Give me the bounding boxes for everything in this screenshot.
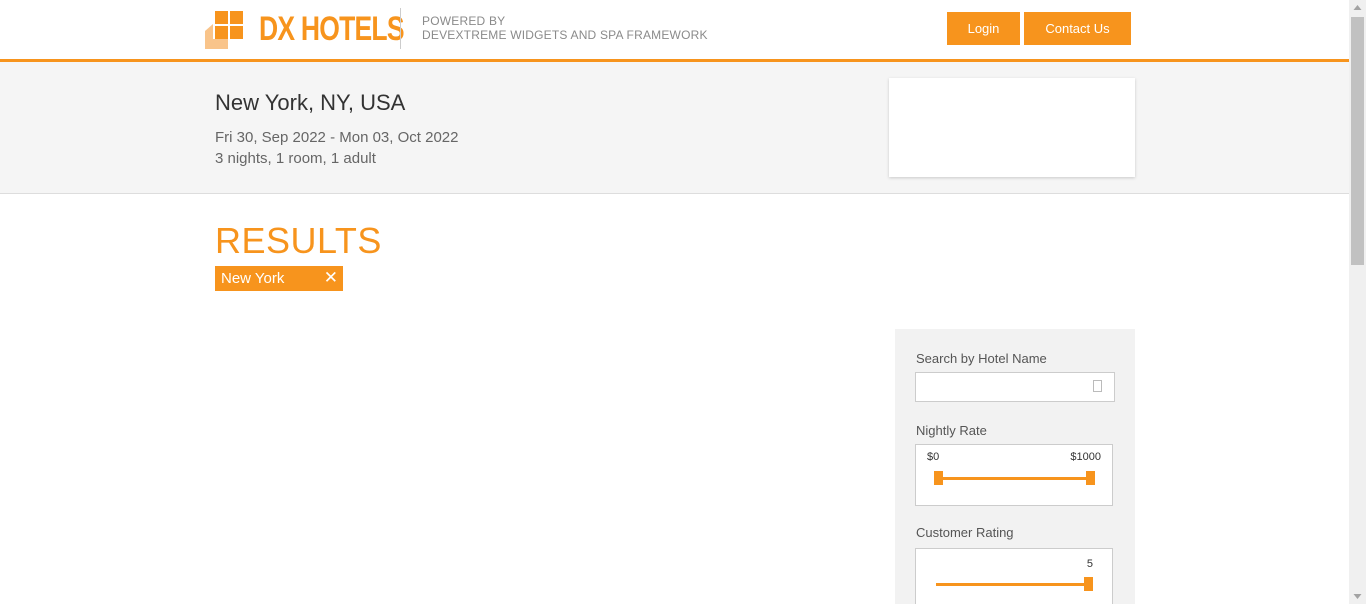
nightly-rate-label: Nightly Rate	[916, 423, 987, 438]
search-icon	[1093, 380, 1102, 392]
nightly-rate-slider: $0 $1000	[915, 444, 1113, 506]
stay-dates: Fri 30, Sep 2022 - Mon 03, Oct 2022	[215, 129, 459, 146]
close-icon[interactable]: ✕	[324, 268, 338, 288]
filter-tag-new-york: New York ✕	[215, 266, 343, 291]
filter-tag-label: New York	[221, 270, 285, 287]
contact-us-button[interactable]: Contact Us	[1024, 12, 1131, 45]
filter-panel: Search by Hotel Name Nightly Rate $0 $10…	[895, 329, 1135, 604]
powered-by-text: POWERED BY DEVEXTREME WIDGETS AND SPA FR…	[422, 14, 708, 42]
scroll-down-arrow-icon[interactable]	[1349, 587, 1366, 604]
customer-rating-label: Customer Rating	[916, 525, 1014, 540]
hotel-name-search-input[interactable]	[915, 372, 1115, 402]
results-heading: RESULTS	[215, 220, 382, 261]
nightly-rate-max: $1000	[1070, 451, 1101, 463]
nightly-rate-min: $0	[927, 451, 940, 463]
powered-by-line1: POWERED BY	[422, 14, 506, 28]
customer-rating-value: 5	[1086, 558, 1093, 570]
destination-city: New York, NY, USA	[215, 90, 406, 115]
stay-details: 3 nights, 1 room, 1 adult	[215, 150, 376, 167]
nightly-rate-track[interactable]	[938, 477, 1090, 480]
scrollbar-thumb[interactable]	[1351, 17, 1364, 265]
site-header: DX HOTELS POWERED BY DEVEXTREME WIDGETS …	[0, 0, 1349, 62]
nightly-rate-max-handle[interactable]	[1086, 471, 1095, 485]
logo-text[interactable]: DX HOTELS	[259, 9, 405, 49]
login-button[interactable]: Login	[947, 12, 1020, 45]
search-by-name-label: Search by Hotel Name	[916, 351, 1047, 366]
customer-rating-handle[interactable]	[1084, 577, 1093, 591]
search-summary: New York, NY, USA Fri 30, Sep 2022 - Mon…	[0, 62, 1349, 194]
logo-icon[interactable]	[205, 11, 245, 49]
customer-rating-slider: 5	[915, 548, 1113, 604]
logo-divider	[400, 8, 401, 49]
map-card[interactable]	[889, 78, 1135, 177]
scroll-up-arrow-icon[interactable]	[1349, 0, 1366, 17]
page-scrollbar[interactable]	[1349, 0, 1366, 604]
customer-rating-track[interactable]	[936, 583, 1088, 586]
nightly-rate-min-handle[interactable]	[934, 471, 943, 485]
powered-by-line2: DEVEXTREME WIDGETS AND SPA FRAMEWORK	[422, 28, 708, 42]
